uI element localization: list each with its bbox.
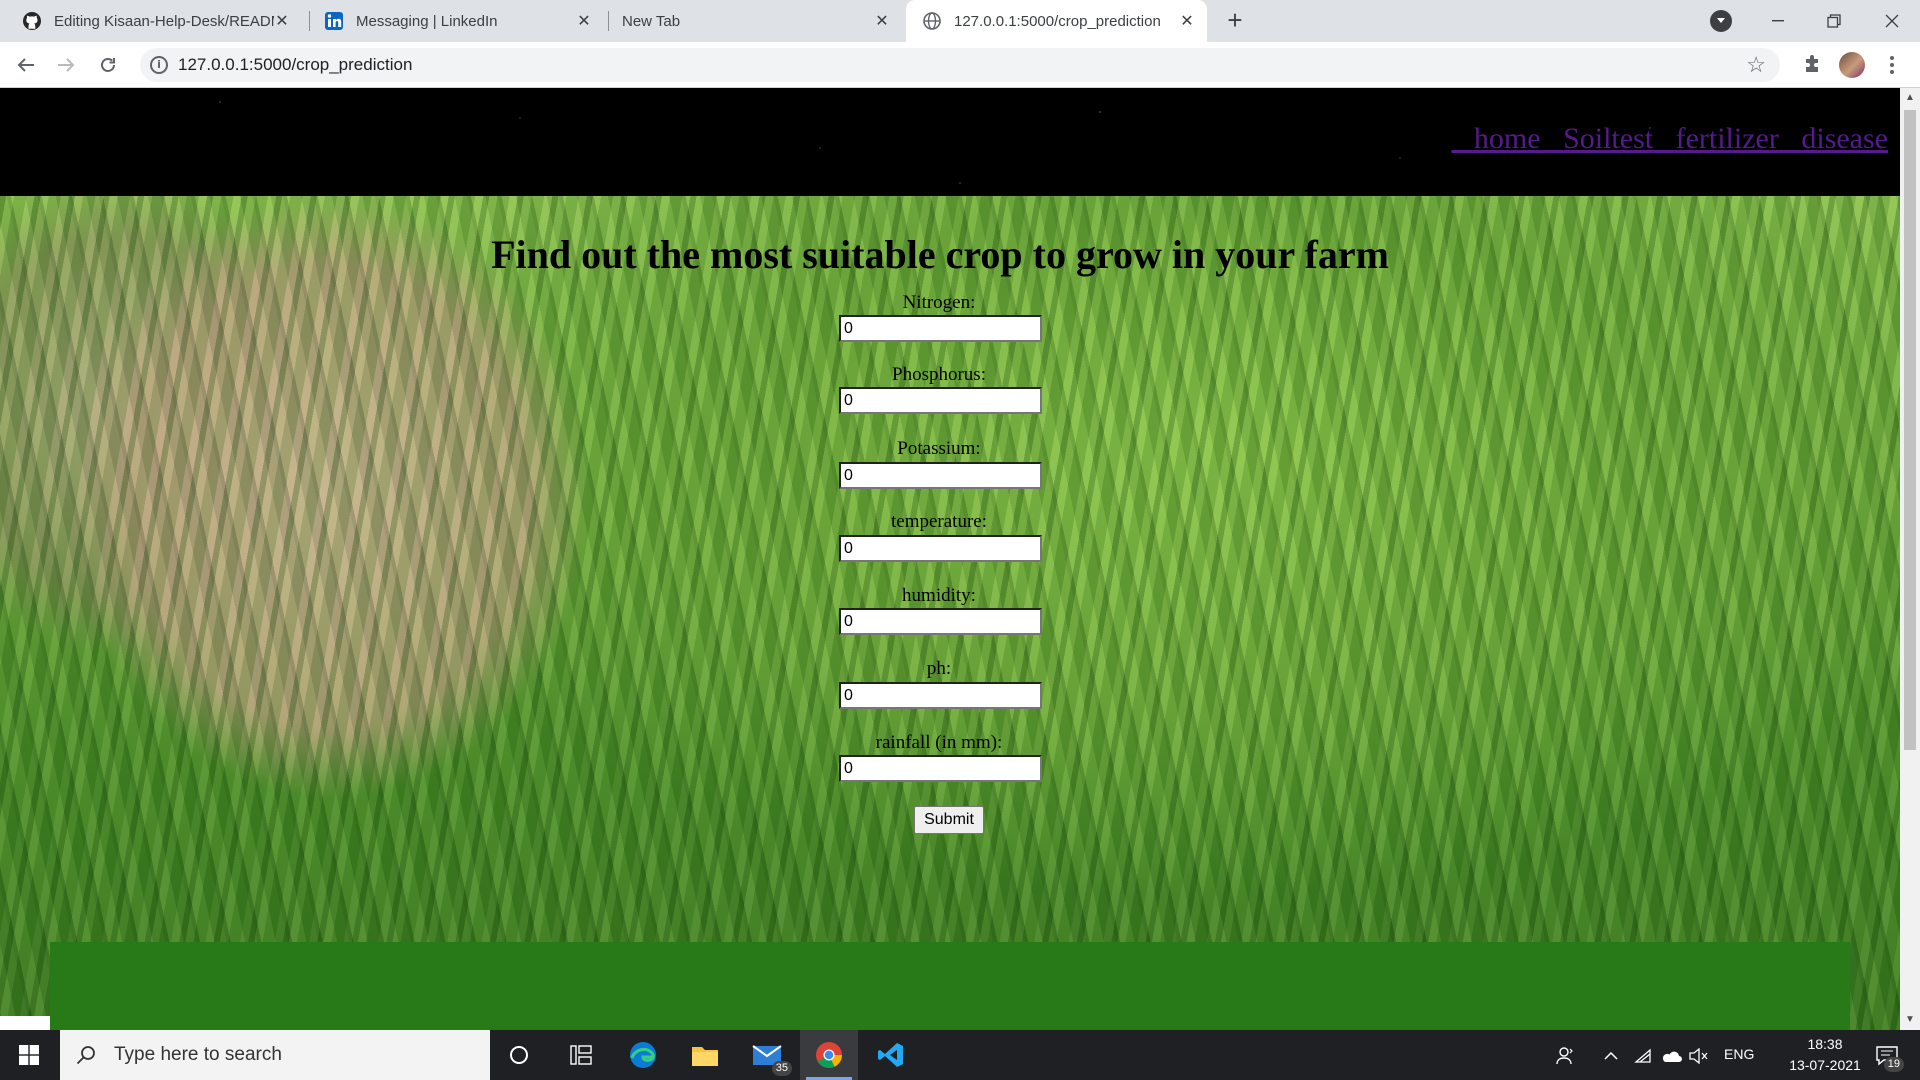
footer-band — [50, 942, 1850, 1030]
page-viewport: home Soiltest fertilizer disease Find ou… — [0, 88, 1900, 1030]
ph-input[interactable] — [839, 682, 1042, 709]
nav-link-label: fertilizer — [1675, 122, 1779, 155]
show-hidden-icons-chevron-icon[interactable] — [1600, 1045, 1622, 1067]
humidity-input[interactable] — [839, 608, 1042, 635]
profile-avatar[interactable] — [1836, 49, 1868, 81]
ph-label: ph: — [926, 658, 952, 679]
browser-toolbar: i 127.0.0.1:5000/crop_prediction ☆ — [0, 42, 1920, 88]
page-scrollbar[interactable]: ▲ ▼ — [1900, 88, 1920, 1030]
phosphorus-label: Phosphorus: — [892, 364, 986, 385]
address-bar[interactable]: i 127.0.0.1:5000/crop_prediction ☆ — [140, 48, 1780, 82]
bookmark-star-icon[interactable]: ☆ — [1746, 52, 1766, 78]
nav-link-label: Soiltest — [1563, 122, 1654, 155]
cortana-icon[interactable] — [490, 1030, 548, 1080]
potassium-label: Potassium: — [897, 438, 981, 459]
close-tab-icon[interactable]: ✕ — [872, 11, 892, 31]
mail-icon[interactable]: 35 — [738, 1030, 796, 1080]
taskbar-divider — [924, 1030, 926, 1080]
people-icon[interactable] — [1555, 1045, 1577, 1067]
task-view-icon[interactable] — [552, 1030, 610, 1080]
extensions-icon[interactable] — [1796, 49, 1828, 81]
tab-separator — [309, 11, 310, 31]
taskbar-search-box[interactable]: Type here to search — [60, 1030, 490, 1080]
search-icon — [76, 1045, 96, 1065]
nav-link-soiltest[interactable]: Soiltest — [1541, 122, 1654, 156]
nav-link-label: disease — [1801, 122, 1888, 155]
volume-muted-icon[interactable] — [1688, 1045, 1710, 1067]
scroll-down-arrow-icon[interactable]: ▼ — [1905, 1014, 1915, 1025]
nav-link-spacer — [1779, 122, 1802, 155]
nitrogen-input[interactable] — [839, 315, 1042, 342]
temperature-label: temperature: — [890, 511, 987, 532]
tab-title: Messaging | LinkedIn — [356, 12, 498, 30]
close-tab-icon[interactable]: ✕ — [272, 11, 292, 31]
tab-title: 127.0.0.1:5000/crop_prediction — [954, 12, 1161, 30]
footer-left-gap — [0, 1016, 50, 1030]
nav-link-home[interactable]: home — [1451, 122, 1541, 156]
nav-link-label: home — [1473, 122, 1541, 155]
potassium-input[interactable] — [839, 462, 1042, 489]
nav-link-spacer — [1451, 122, 1474, 155]
back-button[interactable] — [10, 49, 42, 81]
clock-date[interactable]: 13-07-2021 — [1770, 1057, 1880, 1073]
globe-icon — [922, 11, 942, 31]
language-indicator[interactable]: ENG — [1724, 1046, 1754, 1062]
nav-link-spacer — [1541, 122, 1564, 155]
rainfall-input[interactable] — [839, 755, 1042, 782]
tab-new-tab[interactable]: New Tab ✕ — [622, 0, 902, 42]
linkedin-icon — [324, 11, 344, 31]
tab-title: New Tab — [622, 12, 681, 30]
nav-link-disease[interactable]: disease — [1779, 122, 1888, 156]
rainfall-label: rainfall (in mm): — [875, 732, 1003, 753]
close-tab-icon[interactable]: ✕ — [1177, 11, 1197, 31]
site-nav: home Soiltest fertilizer disease — [1451, 122, 1888, 156]
windows-start-icon[interactable] — [0, 1030, 58, 1080]
scroll-up-arrow-icon[interactable]: ▲ — [1905, 92, 1915, 103]
page-title: Find out the most suitable crop to grow … — [491, 232, 1389, 277]
new-tab-button[interactable]: + — [1222, 7, 1248, 34]
hero-grass-background: Find out the most suitable crop to grow … — [0, 196, 1900, 1030]
humidity-label: humidity: — [902, 585, 976, 606]
forward-button[interactable] — [50, 49, 82, 81]
reload-button[interactable] — [92, 49, 124, 81]
close-window-button[interactable] — [1864, 0, 1920, 42]
tab-separator — [608, 11, 609, 31]
menu-kebab-icon[interactable] — [1876, 49, 1908, 81]
minimize-button[interactable] — [1750, 0, 1806, 42]
temperature-input[interactable] — [839, 535, 1042, 562]
close-tab-icon[interactable]: ✕ — [574, 11, 594, 31]
nav-link-spacer — [1653, 122, 1676, 155]
site-header: home Soiltest fertilizer disease — [0, 88, 1900, 196]
search-placeholder: Type here to search — [114, 1044, 282, 1065]
phosphorus-input[interactable] — [839, 387, 1042, 414]
windows-taskbar: Type here to search 35 ENG 18:38 13-07-2… — [0, 1030, 1920, 1080]
chrome-icon[interactable] — [800, 1030, 858, 1080]
mail-badge: 35 — [771, 1061, 792, 1076]
file-explorer-icon[interactable] — [676, 1030, 734, 1080]
notification-count-badge: 19 — [1883, 1057, 1904, 1072]
tab-github[interactable]: Editing Kisaan-Help-Desk/READM ✕ — [22, 0, 302, 42]
tab-title: Editing Kisaan-Help-Desk/READM — [54, 12, 274, 30]
tab-crop-prediction[interactable]: 127.0.0.1:5000/crop_prediction ✕ — [906, 0, 1207, 42]
clock-time[interactable]: 18:38 — [1790, 1036, 1860, 1052]
wifi-icon[interactable] — [1632, 1045, 1654, 1067]
vscode-icon[interactable] — [862, 1030, 920, 1080]
tab-search-icon[interactable] — [1710, 10, 1732, 32]
edge-icon[interactable] — [614, 1030, 672, 1080]
tab-linkedin[interactable]: Messaging | LinkedIn ✕ — [324, 0, 604, 42]
onedrive-cloud-icon[interactable] — [1660, 1045, 1682, 1067]
notifications-icon[interactable]: 19 — [1870, 1042, 1904, 1072]
github-icon — [22, 11, 42, 31]
browser-tab-strip: Editing Kisaan-Help-Desk/READM ✕ Messagi… — [0, 0, 1920, 42]
nitrogen-label: Nitrogen: — [902, 292, 976, 313]
site-info-icon[interactable]: i — [150, 56, 168, 74]
scrollbar-thumb[interactable] — [1904, 110, 1916, 750]
url-text: 127.0.0.1:5000/crop_prediction — [178, 55, 413, 74]
submit-button[interactable]: Submit — [914, 806, 984, 834]
nav-link-fertilizer[interactable]: fertilizer — [1653, 122, 1779, 156]
restore-button[interactable] — [1806, 0, 1862, 42]
